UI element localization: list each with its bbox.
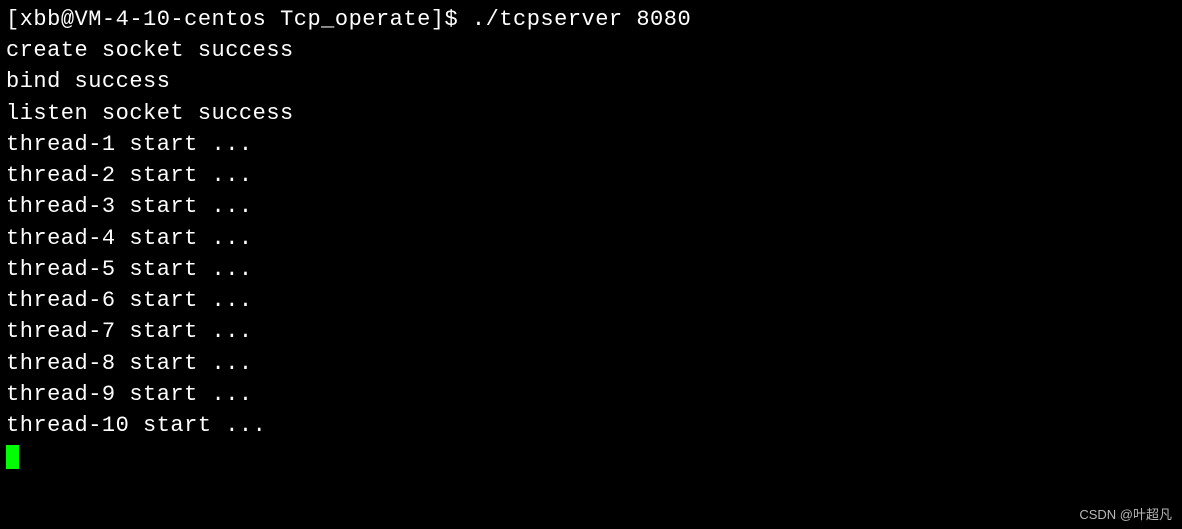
watermark-text: CSDN @叶超凡 xyxy=(1079,504,1172,523)
output-line: thread-5 start ... xyxy=(6,254,1176,285)
output-line: listen socket success xyxy=(6,98,1176,129)
output-line: create socket success xyxy=(6,35,1176,66)
prompt-symbol: $ xyxy=(445,7,459,32)
prompt-at: @ xyxy=(61,7,75,32)
prompt-close-bracket: ] xyxy=(431,7,445,32)
output-line: thread-9 start ... xyxy=(6,379,1176,410)
prompt-space xyxy=(266,7,280,32)
prompt-cwd: Tcp_operate xyxy=(280,7,431,32)
prompt-line: [xbb@VM-4-10-centos Tcp_operate]$ ./tcps… xyxy=(6,4,1176,35)
output-line: thread-8 start ... xyxy=(6,348,1176,379)
terminal-cursor[interactable] xyxy=(6,441,1176,469)
prompt-user: xbb xyxy=(20,7,61,32)
output-line: thread-1 start ... xyxy=(6,129,1176,160)
output-line: bind success xyxy=(6,66,1176,97)
output-line: thread-2 start ... xyxy=(6,160,1176,191)
output-line: thread-6 start ... xyxy=(6,285,1176,316)
output-line: thread-3 start ... xyxy=(6,191,1176,222)
prompt-command[interactable]: ./tcpserver 8080 xyxy=(472,7,691,32)
prompt-host: VM-4-10-centos xyxy=(75,7,267,32)
output-line: thread-10 start ... xyxy=(6,410,1176,441)
output-line: thread-7 start ... xyxy=(6,316,1176,347)
prompt-space2 xyxy=(458,7,472,32)
output-line: thread-4 start ... xyxy=(6,223,1176,254)
prompt-open-bracket: [ xyxy=(6,7,20,32)
